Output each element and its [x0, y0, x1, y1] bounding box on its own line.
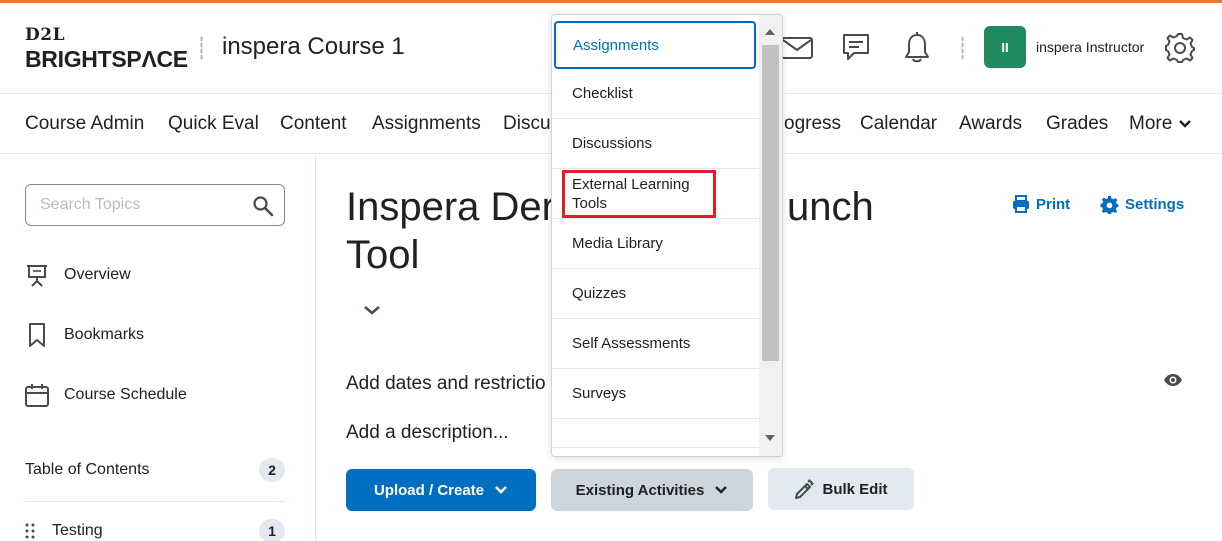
sidebar-item-overview[interactable]: Overview [25, 263, 131, 287]
chevron-down-icon [715, 486, 728, 494]
dropdown-item-checklist[interactable]: Checklist [552, 69, 760, 119]
module-count-badge: 1 [259, 519, 285, 541]
upload-create-button[interactable]: Upload / Create [346, 469, 536, 511]
dropdown-bottom-edge [552, 447, 760, 456]
calendar-icon [25, 383, 49, 407]
gear-icon [1100, 195, 1119, 214]
nav-quick-eval[interactable]: Quick Eval [168, 113, 259, 135]
dropdown-item-surveys[interactable]: Surveys [552, 369, 760, 419]
dropdown-list: Assignments Checklist Discussions Extern… [552, 15, 760, 419]
search-icon[interactable] [252, 195, 274, 217]
chevron-down-icon[interactable] [360, 298, 384, 322]
toc-module-testing[interactable]: Testing 1 [25, 519, 285, 541]
search-input[interactable] [40, 196, 240, 214]
nav-more[interactable]: More [1129, 113, 1192, 135]
sidebar-item-bookmarks[interactable]: Bookmarks [25, 323, 144, 347]
dropdown-item-quizzes[interactable]: Quizzes [552, 269, 760, 319]
add-description[interactable]: Add a description... [346, 422, 509, 444]
dropdown-item-discussions[interactable]: Discussions [552, 119, 760, 169]
eye-visibility-icon[interactable] [1163, 372, 1183, 388]
header-divider [200, 36, 203, 60]
user-name[interactable]: inspera Instructor [1036, 39, 1144, 55]
title-part-2: unch [786, 185, 874, 229]
nav-calendar[interactable]: Calendar [860, 113, 937, 135]
sidebar-item-label: Overview [64, 266, 131, 283]
existing-activities-label: Existing Activities [575, 481, 705, 499]
nav-more-label: More [1129, 113, 1173, 134]
drag-handle-icon[interactable] [25, 522, 35, 540]
nav-content[interactable]: Content [280, 113, 347, 135]
nav-grades[interactable]: Grades [1046, 113, 1108, 135]
dropdown-item-assignments[interactable]: Assignments [554, 21, 756, 69]
pencil-icon [795, 479, 815, 499]
scroll-down-arrow-icon[interactable] [765, 435, 775, 441]
chevron-down-icon [1179, 120, 1192, 128]
logo-bottom-text: BRIGHTSPΛCE [25, 46, 188, 72]
settings-button[interactable]: Settings [1100, 195, 1184, 214]
scrollbar-thumb[interactable] [762, 45, 779, 361]
settings-gear-icon[interactable] [1162, 30, 1198, 66]
print-label: Print [1036, 195, 1071, 213]
toc-count-badge: 2 [259, 458, 285, 482]
table-of-contents[interactable]: Table of Contents 2 [25, 458, 285, 482]
sidebar-item-label: Course Schedule [64, 386, 187, 403]
dropdown-item-external-learning-tools[interactable]: External Learning Tools [552, 169, 760, 219]
dropdown-item-media-library[interactable]: Media Library [552, 219, 760, 269]
title-part-3: Tool [346, 233, 420, 277]
bulk-edit-button[interactable]: Bulk Edit [768, 468, 914, 510]
highlighted-label: External Learning Tools [562, 169, 716, 218]
existing-activities-button[interactable]: Existing Activities [551, 469, 753, 511]
sidebar-item-label: Bookmarks [64, 326, 145, 343]
module-label: Testing [52, 522, 103, 539]
sidebar-item-course-schedule[interactable]: Course Schedule [25, 383, 187, 407]
dropdown-item-self-assessments[interactable]: Self Assessments [552, 319, 760, 369]
notification-bell-icon[interactable] [899, 30, 935, 66]
course-title[interactable]: inspera Course 1 [222, 33, 405, 61]
bookmark-icon [25, 323, 49, 347]
printer-icon [1013, 195, 1029, 213]
nav-discussions[interactable]: Discu [503, 113, 551, 135]
scrollbar[interactable] [759, 15, 782, 456]
sidebar: Overview Bookmarks Course Schedule Table… [0, 155, 316, 541]
existing-activities-dropdown: Assignments Checklist Discussions Extern… [551, 14, 783, 457]
logo-top-text: D2L [25, 25, 66, 45]
upload-create-label: Upload / Create [373, 481, 485, 499]
title-part-1: Inspera Der [346, 185, 555, 229]
scroll-up-arrow-icon[interactable] [765, 29, 775, 35]
print-button[interactable]: Print [1012, 195, 1070, 213]
toc-label: Table of Contents [25, 461, 150, 478]
search-topics [25, 184, 285, 226]
nav-course-admin[interactable]: Course Admin [25, 113, 144, 135]
brightspace-logo[interactable]: D2L BRIGHTSPΛCE [25, 25, 188, 73]
add-dates-restrictions[interactable]: Add dates and restrictio [346, 373, 546, 395]
presentation-icon [25, 263, 49, 287]
messages-icon[interactable] [838, 30, 874, 66]
avatar[interactable]: II [984, 26, 1026, 68]
nav-assignments[interactable]: Assignments [372, 113, 481, 135]
divider [25, 501, 285, 502]
settings-label: Settings [1125, 196, 1185, 213]
nav-awards[interactable]: Awards [959, 113, 1022, 135]
chevron-down-icon [495, 486, 507, 494]
nav-progress[interactable]: ogress [784, 113, 841, 135]
header-divider-2 [961, 36, 964, 60]
bulk-edit-label: Bulk Edit [822, 480, 888, 498]
email-icon[interactable] [779, 30, 815, 66]
